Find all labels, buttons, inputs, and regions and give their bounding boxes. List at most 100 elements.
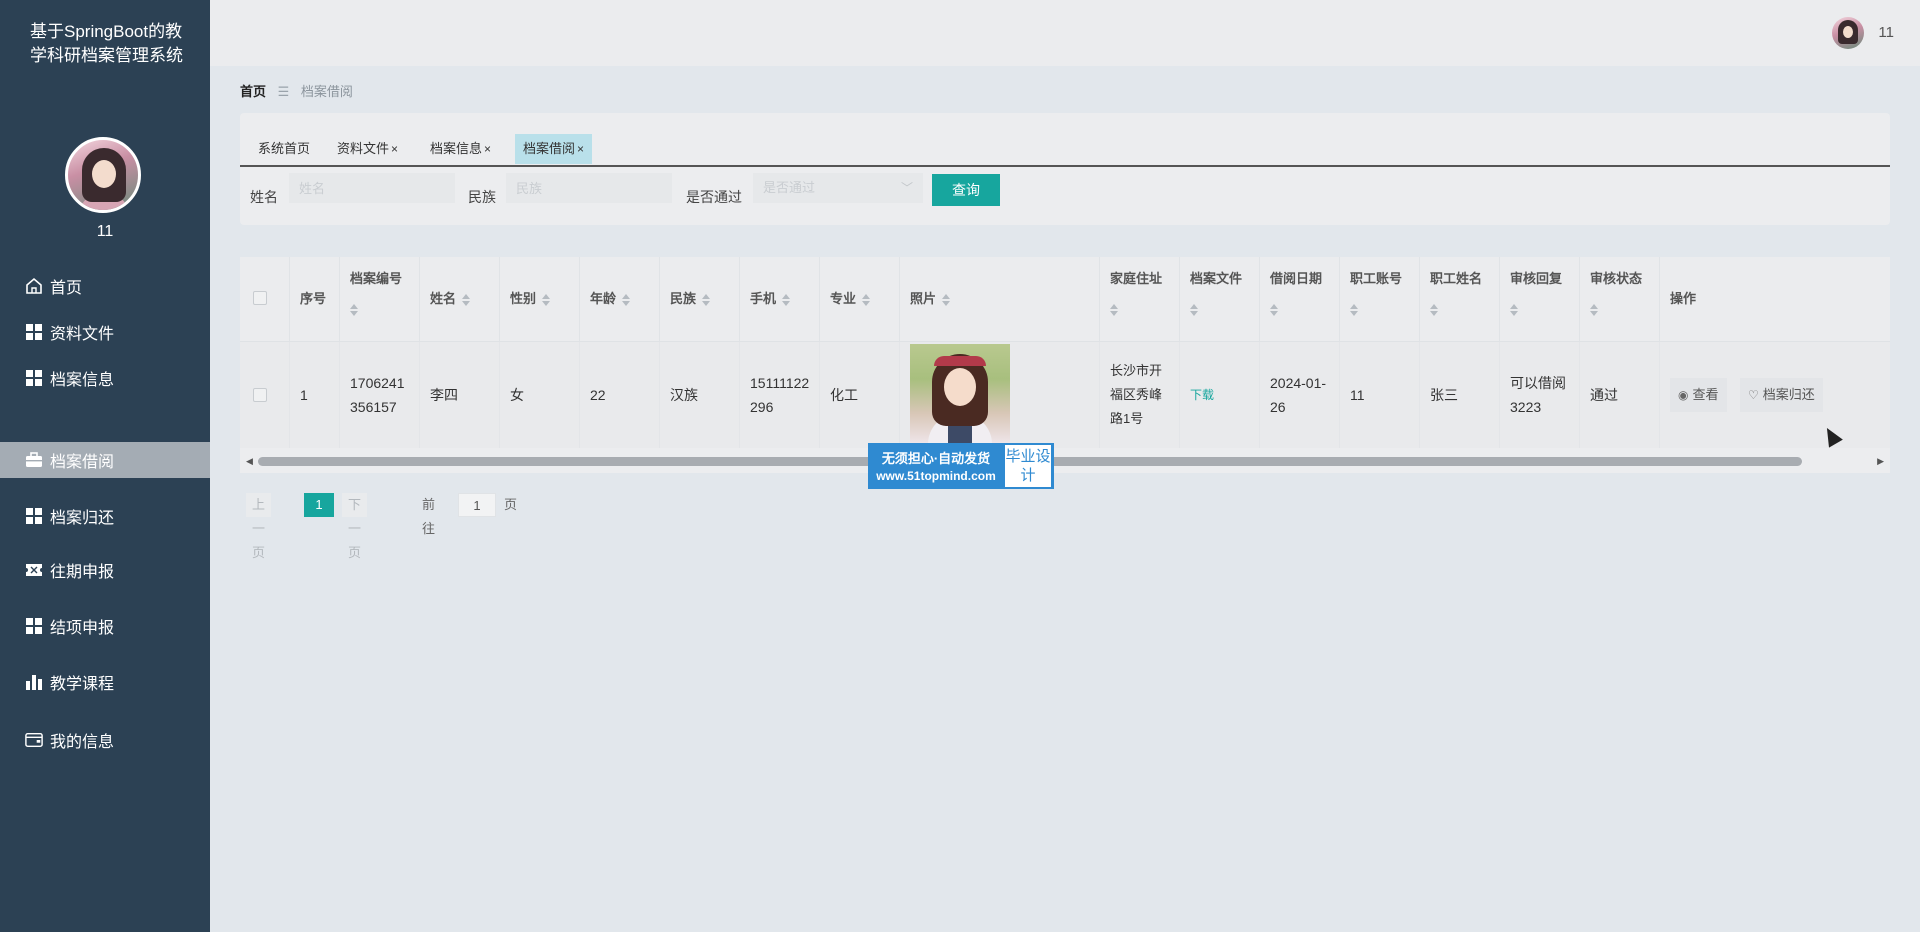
sort-icon[interactable] bbox=[1350, 304, 1358, 316]
select-placeholder: 是否通过 bbox=[763, 180, 816, 195]
sidebar-item-completion-declaration[interactable]: 结项申报 bbox=[0, 608, 210, 644]
header-archive-no[interactable]: 档案编号 bbox=[340, 257, 420, 341]
watermark-text: 无须担心·自动发货 www.51topmind.com bbox=[869, 444, 1003, 488]
sort-icon[interactable] bbox=[1270, 304, 1278, 316]
sidebar-item-archive-return[interactable]: 档案归还 bbox=[0, 498, 210, 534]
view-button[interactable]: ◉ 查看 bbox=[1670, 378, 1727, 412]
sort-icon[interactable] bbox=[942, 293, 951, 306]
sort-icon[interactable] bbox=[622, 293, 631, 306]
close-icon[interactable]: × bbox=[484, 142, 491, 156]
header-select-all bbox=[240, 257, 290, 341]
goto-label: 前往 bbox=[422, 497, 436, 536]
cell-gender: 女 bbox=[500, 342, 580, 448]
sidebar-item-label: 首页 bbox=[50, 280, 83, 297]
sidebar-item-courses[interactable]: 教学课程 bbox=[0, 664, 210, 700]
header-review-reply[interactable]: 审核回复 bbox=[1500, 257, 1580, 341]
sort-icon[interactable] bbox=[1430, 304, 1438, 316]
home-icon bbox=[25, 277, 43, 295]
cell-text: 长沙市开福区秀峰路1号 bbox=[1110, 363, 1163, 426]
sidebar-item-label: 教学课程 bbox=[50, 676, 115, 693]
cell-archive-file: 下载 bbox=[1180, 342, 1260, 448]
select-all-checkbox[interactable] bbox=[253, 291, 267, 305]
profile-photo[interactable] bbox=[910, 344, 1010, 444]
header-staff-name[interactable]: 职工姓名 bbox=[1420, 257, 1500, 341]
breadcrumb-home[interactable]: 首页 bbox=[240, 84, 266, 99]
sidebar-item-archive-borrow[interactable]: 档案借阅 bbox=[0, 442, 210, 478]
header-staff-account[interactable]: 职工账号 bbox=[1340, 257, 1420, 341]
horizontal-scrollbar[interactable]: ◀ ▶ bbox=[240, 454, 1890, 468]
tab-archive-info[interactable]: 档案信息 × bbox=[422, 134, 499, 164]
sidebar-username: 11 bbox=[96, 223, 114, 240]
prev-page-button[interactable]: 上一页 bbox=[246, 493, 272, 560]
close-icon[interactable]: × bbox=[577, 142, 584, 156]
tab-label: 系统首页 bbox=[258, 141, 311, 156]
tab-label: 档案信息 bbox=[430, 141, 483, 156]
return-archive-button[interactable]: ♡ 档案归还 bbox=[1740, 378, 1823, 412]
cell-text: 1706241356157 bbox=[350, 375, 405, 415]
sort-icon[interactable] bbox=[782, 293, 791, 306]
sidebar-item-past-declarations[interactable]: 往期申报 bbox=[0, 552, 210, 588]
next-page-button[interactable]: 下一页 bbox=[342, 493, 368, 560]
tab-files[interactable]: 资料文件 × bbox=[329, 134, 406, 164]
sidebar-item-files[interactable]: 资料文件 bbox=[0, 314, 210, 350]
header-major[interactable]: 专业 bbox=[820, 257, 900, 341]
goto-page-input[interactable]: 1 bbox=[458, 493, 496, 517]
sidebar-item-archive-info[interactable]: 档案信息 bbox=[0, 360, 210, 396]
sort-icon[interactable] bbox=[1110, 304, 1118, 316]
sort-icon[interactable] bbox=[702, 293, 711, 306]
close-icon[interactable]: × bbox=[391, 142, 398, 156]
sort-icon[interactable] bbox=[350, 304, 358, 316]
header-review-status[interactable]: 审核状态 bbox=[1580, 257, 1660, 341]
cell-text: 化工 bbox=[830, 387, 858, 403]
header-label: 序号 bbox=[300, 291, 327, 306]
header-address[interactable]: 家庭住址 bbox=[1100, 257, 1180, 341]
header-photo[interactable]: 照片 bbox=[900, 257, 1100, 341]
cell-ethnic: 汉族 bbox=[660, 342, 740, 448]
sidebar-item-label: 档案借阅 bbox=[50, 454, 115, 471]
scroll-right-icon[interactable]: ▶ bbox=[1877, 456, 1884, 467]
breadcrumb: 首页 ☰ 档案借阅 bbox=[240, 81, 353, 100]
header-label: 职工姓名 bbox=[1430, 271, 1483, 286]
page-number-current[interactable]: 1 bbox=[304, 493, 334, 517]
ethnic-input[interactable] bbox=[506, 173, 672, 203]
header-ethnic[interactable]: 民族 bbox=[660, 257, 740, 341]
tab-system-home[interactable]: 系统首页 bbox=[250, 134, 318, 164]
grid-icon bbox=[25, 323, 43, 341]
header-name[interactable]: 姓名 bbox=[420, 257, 500, 341]
watermark-line1: 无须担心·自动发货 bbox=[881, 451, 991, 466]
header-age[interactable]: 年龄 bbox=[580, 257, 660, 341]
sidebar-item-label: 档案信息 bbox=[50, 372, 115, 389]
header-label: 性别 bbox=[510, 291, 537, 306]
sort-icon[interactable] bbox=[1510, 304, 1518, 316]
download-link[interactable]: 下载 bbox=[1190, 383, 1214, 407]
cell-text: 15111122296 bbox=[750, 375, 810, 415]
ticket-icon bbox=[25, 561, 43, 579]
header-username[interactable]: 11 bbox=[1878, 24, 1894, 41]
cell-name: 李四 bbox=[420, 342, 500, 448]
tab-archive-borrow[interactable]: 档案借阅 × bbox=[515, 134, 593, 164]
sidebar-item-my-info[interactable]: 我的信息 bbox=[0, 722, 210, 758]
row-checkbox[interactable] bbox=[253, 388, 267, 402]
cell-index: 1 bbox=[290, 342, 340, 448]
header-gender[interactable]: 性别 bbox=[500, 257, 580, 341]
scroll-left-icon[interactable]: ◀ bbox=[246, 456, 253, 467]
sort-icon[interactable] bbox=[542, 293, 551, 306]
sort-icon[interactable] bbox=[1590, 304, 1598, 316]
tab-label: 档案借阅 bbox=[523, 141, 576, 156]
header-borrow-date[interactable]: 借阅日期 bbox=[1260, 257, 1340, 341]
sort-icon[interactable] bbox=[862, 293, 871, 306]
sort-icon[interactable] bbox=[462, 293, 471, 306]
passed-label: 是否通过 bbox=[686, 189, 742, 205]
sort-icon[interactable] bbox=[1190, 304, 1198, 316]
passed-select[interactable]: 是否通过 ﹀ bbox=[753, 173, 923, 203]
table-row: 1 1706241356157 李四 女 22 汉族 15111122296 化… bbox=[240, 342, 1890, 448]
header-archive-file[interactable]: 档案文件 bbox=[1180, 257, 1260, 341]
header-avatar[interactable] bbox=[1832, 17, 1864, 49]
query-button[interactable]: 查询 bbox=[932, 174, 1000, 206]
sidebar-item-home[interactable]: 首页 bbox=[0, 268, 210, 304]
name-input[interactable] bbox=[289, 173, 455, 203]
eye-icon: ◉ bbox=[1678, 388, 1689, 402]
cell-photo bbox=[900, 342, 1100, 448]
header-label: 家庭住址 bbox=[1110, 271, 1163, 286]
header-phone[interactable]: 手机 bbox=[740, 257, 820, 341]
